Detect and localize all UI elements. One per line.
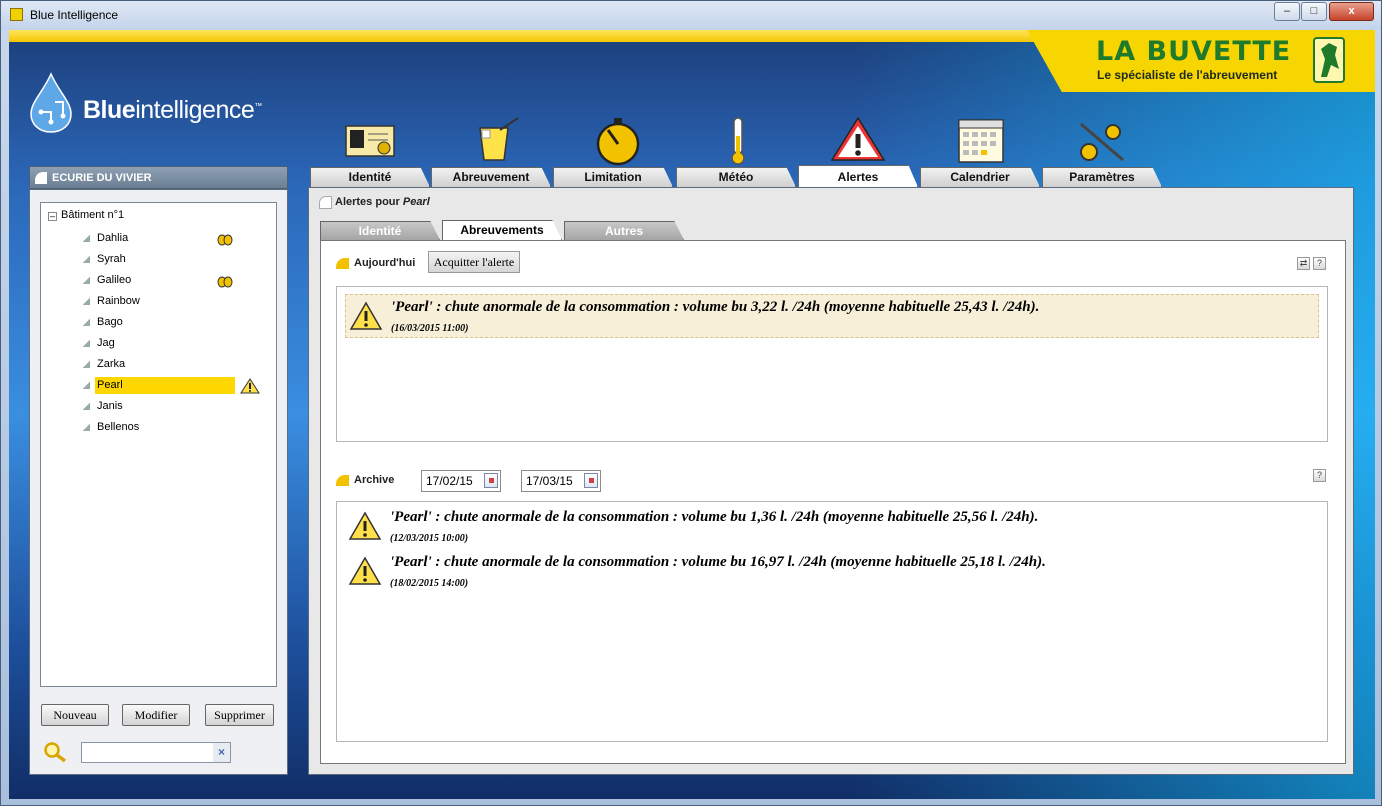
window-title: Blue Intelligence <box>30 8 119 22</box>
alert-date: (12/03/2015 10:00) <box>390 533 469 544</box>
title-bar[interactable]: Blue Intelligence – □ x <box>1 1 1381 30</box>
close-button[interactable]: x <box>1329 2 1374 21</box>
gauge-icon[interactable] <box>588 116 648 166</box>
help-icon[interactable]: ? <box>1313 469 1326 482</box>
bee-icon <box>217 234 233 246</box>
tree-item-jag[interactable]: Jag <box>83 335 241 352</box>
archive-label: Archive <box>336 474 394 486</box>
alerts-content: Alertes pour Pearl Identité Abreuvements… <box>308 187 1354 775</box>
brand-tagline: Le spécialiste de l'abreuvement <box>1097 68 1278 82</box>
tree-item-pearl[interactable]: Pearl <box>83 377 235 394</box>
alert-message: 'Pearl' : chute anormale de la consommat… <box>391 299 1040 315</box>
refresh-icon[interactable]: ⇄ <box>1297 257 1310 270</box>
app-icon <box>10 8 23 21</box>
alert-date: (16/03/2015 11:00) <box>391 323 469 334</box>
stable-panel: – Bâtiment n°1 Dahlia Syrah Galileo Rainb… <box>29 189 288 775</box>
warning-icon <box>348 556 382 585</box>
alert-message: 'Pearl' : chute anormale de la consommat… <box>390 509 1039 525</box>
blue-intelligence-logo: Blueintelligence™ <box>83 96 262 125</box>
warning-icon <box>348 511 382 540</box>
tree-root-label: Bâtiment n°1 <box>61 209 125 221</box>
search-input[interactable] <box>81 742 231 763</box>
tree-item-zarka[interactable]: Zarka <box>83 356 241 373</box>
tree-item-rainbow[interactable]: Rainbow <box>83 293 241 310</box>
alert-date: (18/02/2015 14:00) <box>390 578 469 589</box>
tab-alertes[interactable]: Alertes <box>798 165 918 187</box>
tab-meteo[interactable]: Météo <box>676 167 796 187</box>
delete-button[interactable]: Supprimer <box>205 704 274 726</box>
page-title-prefix: Alertes pour <box>335 196 400 208</box>
brand-name: LA BUVETTE <box>1096 36 1292 67</box>
tab-identite[interactable]: Identité <box>310 167 430 187</box>
date-to-value: 17/03/15 <box>526 474 573 488</box>
page-title: Alertes pour Pearl <box>319 196 430 209</box>
subtab-autres[interactable]: Autres <box>564 221 684 240</box>
drink-glass-icon[interactable] <box>466 116 526 166</box>
logo-part1: Blue <box>83 96 136 124</box>
settings-gears-icon[interactable] <box>1071 116 1131 166</box>
stable-header: ECURIE DU VIVIER <box>29 166 288 189</box>
horse-logo-icon <box>1313 37 1345 83</box>
water-drop-icon <box>30 72 72 133</box>
collapse-icon[interactable]: – <box>48 212 57 221</box>
maximize-button[interactable]: □ <box>1301 2 1327 21</box>
warning-icon <box>240 378 260 394</box>
tab-calendrier[interactable]: Calendrier <box>920 167 1040 187</box>
tree-root-building[interactable]: – Bâtiment n°1 <box>48 209 124 221</box>
clear-search-icon[interactable]: × <box>213 743 230 762</box>
tab-limitation[interactable]: Limitation <box>553 167 673 187</box>
app-window: Blue Intelligence – □ x LA BUVETTE Le sp… <box>0 0 1382 806</box>
alert-item[interactable]: 'Pearl' : chute anormale de la consommat… <box>345 294 1319 338</box>
tab-abreuvement[interactable]: Abreuvement <box>431 167 551 187</box>
today-alerts-box: 'Pearl' : chute anormale de la consommat… <box>336 286 1328 442</box>
tree-item-bellenos[interactable]: Bellenos <box>83 419 241 436</box>
subtab-abreuvements[interactable]: Abreuvements <box>442 220 562 240</box>
warning-icon <box>349 301 383 330</box>
bee-icon <box>217 276 233 288</box>
thermometer-icon[interactable] <box>708 116 768 166</box>
warning-icon[interactable] <box>828 116 888 166</box>
calendar-icon[interactable] <box>951 116 1011 166</box>
tree-item-janis[interactable]: Janis <box>83 398 241 415</box>
logo-part2: intelligence <box>135 96 255 124</box>
alert-item[interactable]: 'Pearl' : chute anormale de la consommat… <box>345 505 1319 549</box>
page-title-name: Pearl <box>402 196 430 208</box>
logo-tm: ™ <box>254 101 262 111</box>
calendar-picker-icon[interactable] <box>484 473 498 488</box>
edit-button[interactable]: Modifier <box>122 704 190 726</box>
today-label: Aujourd'hui <box>336 257 415 269</box>
acknowledge-alert-button[interactable]: Acquitter l'alerte <box>428 251 520 273</box>
id-card-icon[interactable] <box>340 116 400 166</box>
tree-item-bago[interactable]: Bago <box>83 314 241 331</box>
abreuvements-panel: Aujourd'hui Acquitter l'alerte ⇄ ? 'Pear… <box>320 240 1346 764</box>
date-to-field[interactable]: 17/03/15 <box>521 470 601 492</box>
alert-message: 'Pearl' : chute anormale de la consommat… <box>390 554 1046 570</box>
tree-item-syrah[interactable]: Syrah <box>83 251 241 268</box>
help-icon[interactable]: ? <box>1313 257 1326 270</box>
new-button[interactable]: Nouveau <box>41 704 109 726</box>
subtab-identite[interactable]: Identité <box>320 221 440 240</box>
alert-item[interactable]: 'Pearl' : chute anormale de la consommat… <box>345 550 1319 594</box>
date-from-field[interactable]: 17/02/15 <box>421 470 501 492</box>
archive-alerts-box: 'Pearl' : chute anormale de la consommat… <box>336 501 1328 742</box>
horse-tree: – Bâtiment n°1 Dahlia Syrah Galileo Rainb… <box>40 202 277 687</box>
calendar-picker-icon[interactable] <box>584 473 598 488</box>
tab-parametres[interactable]: Paramètres <box>1042 167 1162 187</box>
search-icon[interactable] <box>43 741 69 763</box>
client-area: LA BUVETTE Le spécialiste de l'abreuveme… <box>9 30 1375 799</box>
date-from-value: 17/02/15 <box>426 474 473 488</box>
minimize-button[interactable]: – <box>1274 2 1300 21</box>
